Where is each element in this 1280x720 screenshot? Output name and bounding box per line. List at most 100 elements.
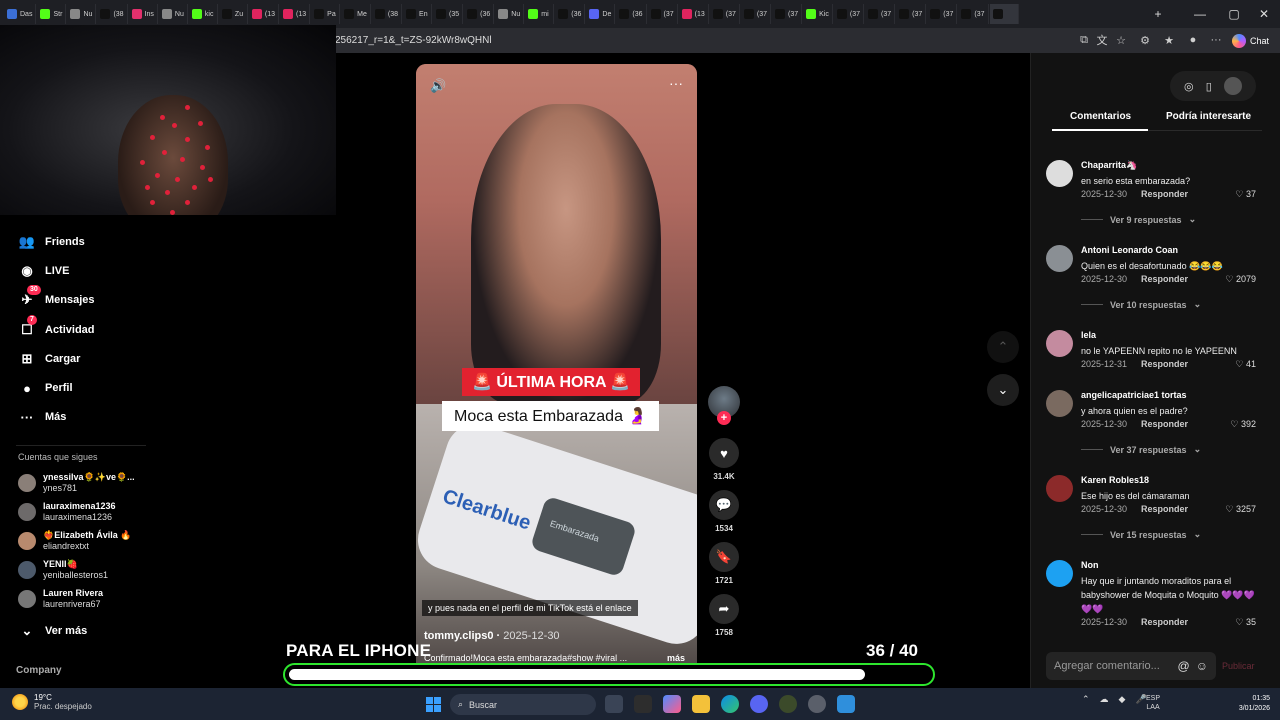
like-button[interactable]: ♥ 31.4K [708, 438, 740, 481]
chevron-up-icon[interactable]: ⌃ [1082, 694, 1090, 705]
browser-tab[interactable]: kic [189, 4, 218, 24]
browser-tab[interactable]: mi [525, 4, 555, 24]
browser-tab[interactable]: (37 [958, 4, 989, 24]
browser-tab[interactable]: (38 [97, 4, 128, 24]
discord-icon[interactable] [750, 695, 768, 713]
reply-button[interactable]: Responder [1141, 617, 1188, 627]
browser-tab[interactable]: (35 [433, 4, 464, 24]
favorites-bar-icon[interactable]: ★ [1162, 33, 1176, 47]
sidebar-item-activity[interactable]: ☐ 7 Actividad [18, 315, 95, 339]
phone-icon[interactable]: ▯ [1206, 80, 1212, 93]
windows-start-icon[interactable] [426, 697, 441, 712]
sidebar-item-messages[interactable]: ✈ 30 Mensajes [18, 285, 95, 309]
previous-video-button[interactable]: ⌃ [987, 331, 1019, 363]
video-author[interactable]: tommy.clips0 · 2025-12-30 [424, 630, 560, 642]
comment-like-button[interactable]: ♡ 41 [1235, 359, 1256, 370]
menu-dots-icon[interactable]: ··· [1209, 33, 1223, 47]
browser-tab[interactable]: (13 [679, 4, 709, 24]
view-replies-button[interactable]: Ver 15 respuestas ⌄ [1081, 529, 1201, 540]
publish-button[interactable]: Publicar [1222, 661, 1255, 671]
browser-tab[interactable]: Me [341, 4, 371, 24]
reply-button[interactable]: Responder [1141, 504, 1188, 514]
sidebar-item-profile[interactable]: ● Perfil [18, 379, 72, 397]
following-account[interactable]: Lauren Rivera laurenrivera67 [18, 588, 103, 610]
browser-tab[interactable]: (36 [616, 4, 647, 24]
browser-tab[interactable]: (37 [927, 4, 958, 24]
avatar[interactable] [1046, 560, 1073, 587]
add-comment-input[interactable]: Agregar comentario... @ ☺ [1046, 652, 1216, 680]
browser-tab[interactable]: Nu [67, 4, 97, 24]
volume-icon[interactable]: 🔊 [430, 78, 446, 94]
description-more-button[interactable]: más [667, 653, 685, 663]
browser-tab[interactable]: (13 [280, 4, 311, 24]
sidebar-item-live[interactable]: ◉ LIVE [18, 262, 69, 280]
favorite-icon[interactable]: ☆ [1114, 33, 1128, 47]
view-replies-button[interactable]: Ver 37 respuestas ⌄ [1081, 444, 1201, 455]
app-icon-3[interactable] [837, 695, 855, 713]
comment-button[interactable]: 💬 1534 [708, 490, 740, 533]
sidebar-item-more[interactable]: ··· Más [18, 408, 67, 426]
following-account[interactable]: lauraximena1236 lauraximena1236 [18, 501, 116, 523]
task-view-icon[interactable] [605, 695, 623, 713]
comment-like-button[interactable]: ♡ 37 [1235, 189, 1256, 200]
comment-user[interactable]: Chaparrita🦄 [1081, 160, 1137, 171]
browser-tab[interactable]: (13 [249, 4, 280, 24]
view-replies-button[interactable]: Ver 10 respuestas ⌄ [1081, 299, 1201, 310]
browser-tab[interactable]: (37 [648, 4, 678, 24]
comment-user[interactable]: Non [1081, 560, 1099, 570]
new-tab-button[interactable]: + [1140, 0, 1176, 28]
browser-tab[interactable]: (37 [865, 4, 896, 24]
browser-tab[interactable]: Str [37, 4, 67, 24]
browser-tab[interactable]: Nu [495, 4, 525, 24]
browser-tab[interactable]: Kic [803, 4, 833, 24]
browser-tab[interactable]: Ins [129, 4, 158, 24]
browser-tab[interactable]: Pa [311, 4, 341, 24]
avatar[interactable] [1046, 330, 1073, 357]
cloud-icon[interactable]: ☁ [1100, 694, 1109, 705]
browser-tab[interactable]: (36 [464, 4, 495, 24]
company-link[interactable]: Company [16, 665, 62, 676]
avatar[interactable] [1046, 390, 1073, 417]
browser-tab[interactable]: (37 [834, 4, 865, 24]
weather-widget[interactable]: 19°C Prac. despejado [12, 693, 92, 711]
browser-tab[interactable]: (37 [772, 4, 803, 24]
reply-button[interactable]: Responder [1141, 274, 1188, 284]
app-icon-1[interactable] [634, 695, 652, 713]
comment-user[interactable]: Karen Robles18 [1081, 475, 1149, 485]
translate-icon[interactable]: 文 [1095, 33, 1109, 47]
sidebar-item-friends[interactable]: 👥 Friends [18, 233, 85, 251]
following-account[interactable]: ynessilva🌻✨ve🌻... ynes781 [18, 472, 135, 494]
emoji-icon[interactable]: ☺ [1196, 659, 1208, 673]
browser-tab[interactable]: (37 [896, 4, 927, 24]
browser-tab[interactable]: (37 [741, 4, 772, 24]
comment-like-button[interactable]: ♡ 35 [1235, 617, 1256, 628]
comment-user[interactable]: lela [1081, 330, 1096, 340]
reply-button[interactable]: Responder [1141, 419, 1188, 429]
mic-icon[interactable]: 🎤 [1135, 694, 1146, 705]
author-name[interactable]: tommy.clips0 [424, 630, 494, 642]
language-indicator[interactable]: ESP LAA [1146, 694, 1160, 712]
comment-like-button[interactable]: ♡ 3257 [1225, 504, 1256, 515]
open-app-icon[interactable]: ⧉ [1077, 33, 1091, 47]
obs-icon[interactable] [808, 695, 826, 713]
video-player[interactable]: Clearblue Embarazada 🚨 ÚLTIMA HORA 🚨 Moc… [416, 64, 697, 674]
browser-tab[interactable]: Nu [159, 4, 188, 24]
extensions-icon[interactable]: ⚙ [1138, 33, 1152, 47]
user-avatar[interactable] [1223, 77, 1242, 95]
browser-tab[interactable]: De [586, 4, 616, 24]
following-account[interactable]: ❤️‍🔥Elizabeth Ávila 🔥 eliandrextxt [18, 530, 131, 552]
comment-user[interactable]: angelicapatriciae1 tortas [1081, 390, 1187, 400]
mention-icon[interactable]: @ [1178, 659, 1190, 673]
profile-icon[interactable]: ● [1186, 33, 1200, 47]
reply-button[interactable]: Responder [1141, 359, 1188, 369]
video-options-icon[interactable]: ··· [669, 75, 683, 91]
see-more-button[interactable]: ⌄ Ver más [18, 622, 88, 640]
edge-icon[interactable] [721, 695, 739, 713]
browser-tab[interactable]: (38 [372, 4, 403, 24]
tab-comments[interactable]: Comentarios [1070, 111, 1131, 122]
browser-tab[interactable] [989, 4, 1019, 24]
next-video-button[interactable]: ⌄ [987, 374, 1019, 406]
copilot-taskbar-icon[interactable] [663, 695, 681, 713]
taskbar-search[interactable]: ⌕ Buscar [450, 694, 596, 715]
browser-tab[interactable]: (36 [555, 4, 586, 24]
